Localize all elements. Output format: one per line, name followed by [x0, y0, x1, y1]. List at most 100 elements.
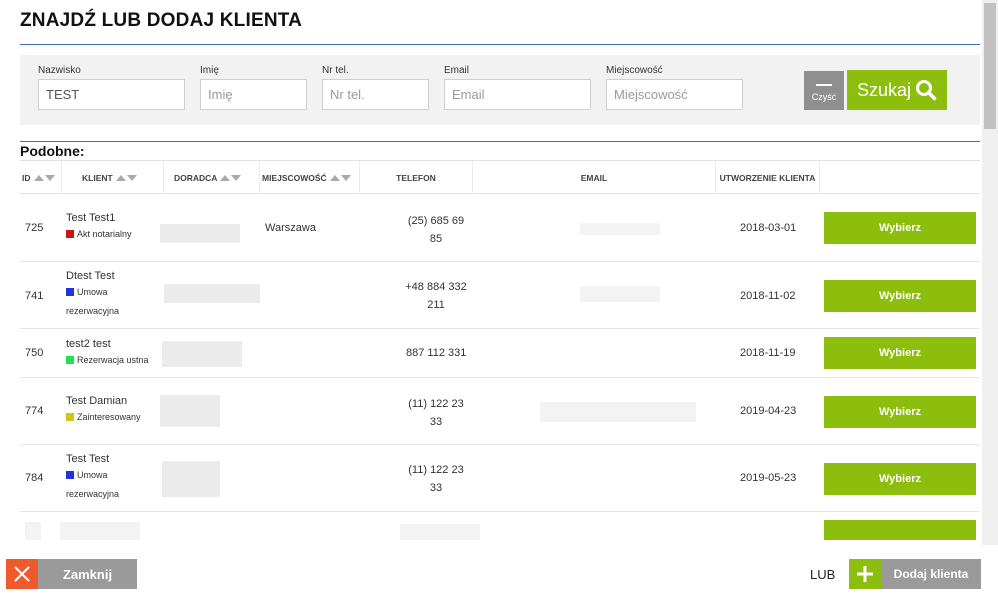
email-redacted: [580, 223, 660, 235]
close-icon: [6, 559, 38, 589]
row-id: 784: [25, 472, 44, 484]
sort-icon[interactable]: [33, 174, 55, 181]
row-client: Dtest Test Umowa rezerwacyjna: [66, 270, 146, 321]
row-client: Test Test Umowa rezerwacyjna: [66, 453, 146, 504]
city-input[interactable]: [606, 79, 743, 110]
col-phone: TELEFON: [360, 161, 473, 194]
city-label: Miejscowość: [606, 65, 663, 76]
client-name: Test Damian: [66, 395, 128, 407]
search-icon: [916, 80, 937, 101]
results-table: ID KLIENT DORADCA MIEJSCOWOŚĆ TELEFON EM…: [20, 160, 980, 540]
email-input[interactable]: [444, 79, 591, 110]
row-client: test2 test Rezerwacja ustna: [66, 338, 149, 370]
col-id[interactable]: ID: [22, 161, 62, 194]
row-id: 725: [25, 222, 44, 234]
or-label: LUB: [810, 567, 836, 582]
city-field-group: Miejscowość: [606, 65, 743, 110]
select-button[interactable]: [824, 520, 976, 540]
table-row: 725 Test Test1 Akt notarialny Warszawa (…: [20, 194, 980, 262]
phone-field-group: Nr tel.: [322, 65, 429, 110]
row-redacted: [60, 522, 140, 540]
row-phone: +48 884 332 211: [405, 281, 467, 311]
status-badge: Rezerwacja ustna: [66, 351, 149, 370]
plus-icon: [849, 559, 881, 589]
row-phone: (11) 122 23 33: [408, 398, 464, 428]
client-name: test2 test: [66, 338, 111, 350]
surname-label: Nazwisko: [38, 65, 81, 76]
select-button[interactable]: Wybierz: [824, 280, 976, 312]
advisor-redacted: [162, 461, 220, 497]
row-created: 2018-11-02: [740, 290, 796, 302]
close-button[interactable]: Zamknij: [6, 559, 137, 589]
close-label: Zamknij: [62, 566, 113, 582]
select-button[interactable]: Wybierz: [824, 396, 976, 428]
search-button[interactable]: Szukaj: [847, 70, 947, 110]
row-created: 2019-05-23: [740, 472, 797, 484]
col-client[interactable]: KLIENT: [62, 161, 164, 194]
search-label: Szukaj: [856, 79, 912, 100]
phone-label: Nr tel.: [322, 65, 349, 76]
results-divider: [20, 141, 980, 142]
email-label: Email: [444, 65, 470, 76]
firstname-input[interactable]: [200, 79, 307, 110]
col-created: UTWORZENIE KLIENTA: [716, 161, 820, 194]
col-email: EMAIL: [473, 161, 716, 194]
email-field-group: Email: [444, 65, 591, 110]
similar-title: Podobne:: [20, 143, 85, 159]
sort-icon[interactable]: [115, 174, 137, 181]
row-created: 2018-11-19: [740, 347, 796, 359]
clear-button[interactable]: Czyść: [804, 71, 844, 110]
row-phone: 887 112 331: [406, 347, 467, 359]
status-badge: Akt notarialny: [66, 225, 132, 244]
row-id: 750: [25, 347, 44, 359]
advisor-redacted: [160, 395, 220, 427]
table-row: 774 Test Damian Zainteresowany (11) 122 …: [20, 378, 980, 445]
search-panel: Nazwisko Imię Nr tel. Email Miejscowość …: [20, 55, 980, 125]
client-name: Test Test: [66, 453, 110, 465]
status-badge: Umowa rezerwacyjna: [66, 470, 120, 499]
firstname-label: Imię: [200, 65, 219, 76]
select-button[interactable]: Wybierz: [824, 463, 976, 495]
status-badge: Umowa rezerwacyjna: [66, 287, 120, 316]
header-divider: [20, 44, 980, 45]
row-phone: (25) 685 69 85: [407, 215, 465, 245]
row-redacted: [400, 524, 480, 540]
client-name: Dtest Test: [66, 270, 115, 282]
row-client: Test Damian Zainteresowany: [66, 395, 141, 427]
email-redacted: [540, 402, 696, 422]
col-advisor[interactable]: DORADCA: [164, 161, 260, 194]
minus-icon: [816, 84, 832, 86]
select-button[interactable]: Wybierz: [824, 212, 976, 244]
add-client-label: Dodaj klienta: [893, 567, 969, 581]
row-id: 741: [25, 290, 44, 302]
table-row-partial: [20, 512, 980, 540]
row-phone: (11) 122 23 33: [408, 464, 464, 494]
row-id: 774: [25, 405, 44, 417]
surname-input[interactable]: [38, 79, 185, 110]
advisor-redacted: [160, 224, 240, 243]
row-city: Warszawa: [265, 222, 316, 234]
table-row: 784 Test Test Umowa rezerwacyjna (11) 12…: [20, 445, 980, 512]
col-city[interactable]: MIEJSCOWOŚĆ: [260, 161, 360, 194]
status-badge: Zainteresowany: [66, 408, 141, 427]
sort-icon[interactable]: [220, 174, 242, 181]
sort-icon[interactable]: [329, 174, 351, 181]
client-name: Test Test1: [66, 212, 116, 224]
firstname-field-group: Imię: [200, 65, 307, 110]
add-client-button[interactable]: Dodaj klienta: [849, 559, 981, 589]
page-title: ZNAJDŹ LUB DODAJ KLIENTA: [20, 10, 303, 31]
row-created: 2018-03-01: [740, 222, 797, 234]
clear-label: Czyść: [811, 92, 837, 102]
advisor-redacted: [164, 284, 260, 303]
surname-field-group: Nazwisko: [38, 65, 185, 110]
table-row: 741 Dtest Test Umowa rezerwacyjna +48 88…: [20, 262, 980, 329]
row-created: 2019-04-23: [740, 405, 797, 417]
row-redacted: [25, 522, 41, 540]
select-button[interactable]: Wybierz: [824, 337, 976, 369]
scrollbar-thumb[interactable]: [984, 3, 996, 129]
email-redacted: [580, 286, 660, 302]
table-row: 750 test2 test Rezerwacja ustna 887 112 …: [20, 329, 980, 378]
phone-input[interactable]: [322, 79, 429, 110]
row-client: Test Test1 Akt notarialny: [66, 212, 132, 244]
advisor-redacted: [162, 341, 242, 367]
